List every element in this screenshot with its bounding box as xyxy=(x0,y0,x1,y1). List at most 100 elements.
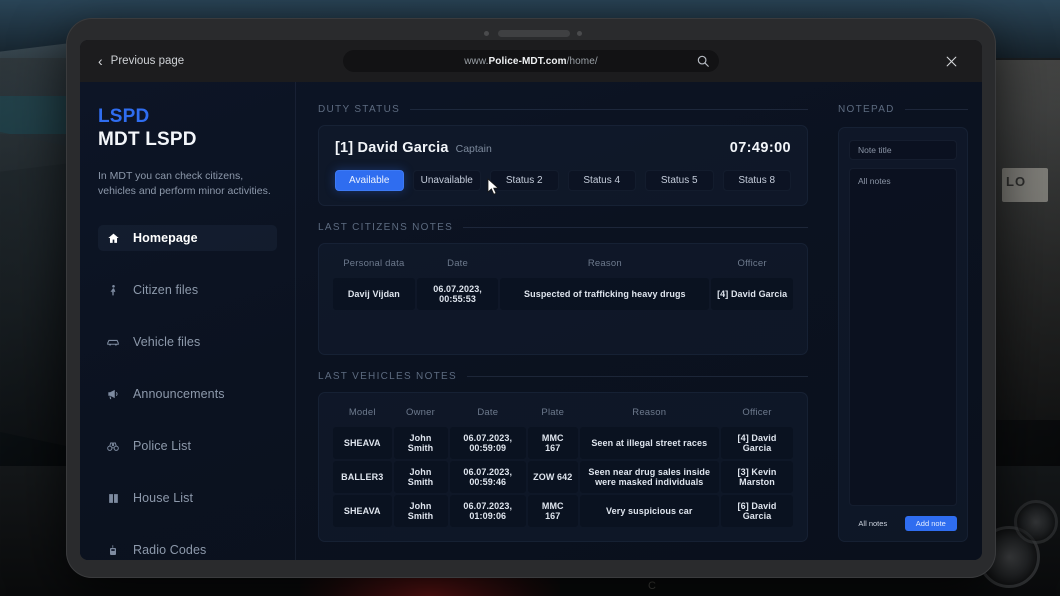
column-header: Date xyxy=(477,407,499,418)
nav-gap xyxy=(98,303,277,329)
cell-reason: Seen near drug sales inside were masked … xyxy=(579,461,719,493)
tablet-device: ‹ Previous page www.Police-MDT.com/home/ xyxy=(66,18,996,578)
url-prefix: www. xyxy=(464,55,489,67)
sidebar-item-label: Announcements xyxy=(133,387,225,402)
sidebar-item-house-list[interactable]: House List xyxy=(98,485,277,511)
previous-page-button[interactable]: ‹ Previous page xyxy=(98,54,184,68)
status-button-status-4[interactable]: Status 4 xyxy=(567,170,636,191)
officer-name: [1] David Garcia xyxy=(335,140,449,156)
duty-status-row: [1] David Garcia Captain 07:49:00 xyxy=(335,140,791,156)
cell-date: 06.07.2023, 00:59:46 xyxy=(449,461,526,493)
cell-reason: Seen at illegal street races xyxy=(579,427,719,459)
cell-reason: Suspected of trafficking heavy drugs xyxy=(500,278,710,310)
status-button-status-2[interactable]: Status 2 xyxy=(490,170,559,191)
speaker-grille xyxy=(498,30,570,37)
person-icon xyxy=(106,283,120,297)
sidebar-item-announcements[interactable]: Announcements xyxy=(98,381,277,407)
column-header: Officer xyxy=(737,258,767,269)
officer-identity: [1] David Garcia Captain xyxy=(335,140,492,156)
cell-reason: Very suspicious car xyxy=(579,495,719,527)
cell-officer: [3] Kevin Marston xyxy=(721,461,793,493)
radio-icon xyxy=(106,543,120,557)
address-bar[interactable]: www.Police-MDT.com/home/ xyxy=(343,50,719,72)
url-path: /home/ xyxy=(566,55,598,67)
browser-toolbar: ‹ Previous page www.Police-MDT.com/home/ xyxy=(80,40,982,82)
notepad-section-header: NOTEPAD xyxy=(838,104,968,115)
brand-description: In MDT you can check citizens, vehicles … xyxy=(98,170,271,198)
building-icon xyxy=(106,491,120,505)
sidebar-item-label: Vehicle files xyxy=(133,335,201,350)
cell-owner: John Smith xyxy=(393,427,448,459)
chevron-left-icon: ‹ xyxy=(98,53,103,69)
duty-timer: 07:49:00 xyxy=(729,140,791,156)
sidebar-item-label: Homepage xyxy=(133,231,198,246)
table-header-row: Model Owner Date Plate Reason Officer xyxy=(333,401,793,425)
url-host: Police-MDT.com xyxy=(488,55,567,67)
section-title: DUTY STATUS xyxy=(318,104,401,115)
cell-owner: John Smith xyxy=(393,495,448,527)
all-notes-textarea[interactable] xyxy=(849,168,957,506)
table-row[interactable]: SHEAVA John Smith 06.07.2023, 01:09:06 M… xyxy=(333,495,793,527)
notepad-panel: NOTEPAD All notes Add note xyxy=(830,82,982,560)
tablet-top-bezel xyxy=(80,28,982,40)
nav-gap xyxy=(98,407,277,433)
table-header-row: Personal data Date Reason Officer xyxy=(333,252,793,276)
table-row[interactable]: Davij Vijdan 06.07.2023, 00:55:53 Suspec… xyxy=(333,278,793,310)
search-icon[interactable] xyxy=(696,54,710,68)
duty-status-card: [1] David Garcia Captain 07:49:00 Availa… xyxy=(318,125,808,206)
all-notes-button[interactable]: All notes xyxy=(849,516,897,531)
column-header: Reason xyxy=(632,407,667,418)
sidebar-item-police-list[interactable]: Police List xyxy=(98,433,277,459)
section-divider xyxy=(463,227,808,228)
cell-date: 06.07.2023, 01:09:06 xyxy=(449,495,526,527)
sidebar-item-citizen-files[interactable]: Citizen files xyxy=(98,277,277,303)
tablet-screen: ‹ Previous page www.Police-MDT.com/home/ xyxy=(80,40,982,560)
close-icon[interactable] xyxy=(940,50,962,72)
sidebar-item-label: House List xyxy=(133,491,194,506)
status-button-unavailable[interactable]: Unavailable xyxy=(412,170,481,191)
table-row[interactable]: SHEAVA John Smith 06.07.2023, 00:59:09 M… xyxy=(333,427,793,459)
cell-plate: MMC 167 xyxy=(528,495,578,527)
nav-gap xyxy=(98,511,277,537)
status-button-status-5[interactable]: Status 5 xyxy=(645,170,714,191)
citizens-notes-card: Personal data Date Reason Officer Davij … xyxy=(318,243,808,355)
citizens-notes-section-header: LAST CITIZENS NOTES xyxy=(318,222,808,233)
vehicles-notes-table: Model Owner Date Plate Reason Officer SH… xyxy=(331,399,795,529)
sidebar-item-label: Radio Codes xyxy=(133,543,207,558)
section-divider xyxy=(904,109,968,110)
cell-date: 06.07.2023, 00:55:53 xyxy=(416,278,499,310)
sidebar-item-homepage[interactable]: Homepage xyxy=(98,225,277,252)
cell-model: BALLER3 xyxy=(333,461,392,493)
column-header: Reason xyxy=(587,258,622,269)
previous-page-label: Previous page xyxy=(110,55,185,67)
notepad-actions: All notes Add note xyxy=(849,516,957,531)
section-title: NOTEPAD xyxy=(838,104,895,115)
camera-dot-left xyxy=(484,31,489,36)
binoculars-icon xyxy=(106,439,120,453)
status-button-available[interactable]: Available xyxy=(335,170,404,191)
cell-personal-data: Davij Vijdan xyxy=(333,278,415,310)
brand-title: MDT LSPD xyxy=(98,129,197,150)
status-button-status-8[interactable]: Status 8 xyxy=(722,170,791,191)
car-icon xyxy=(106,335,120,349)
add-note-button[interactable]: Add note xyxy=(904,516,957,531)
column-header: Date xyxy=(447,258,469,269)
sidebar-nav: Homepage Citizen files Vehicle files Ann… xyxy=(98,225,277,560)
mdt-application: LSPD MDT LSPD In MDT you can check citiz… xyxy=(80,82,982,560)
note-title-input[interactable] xyxy=(849,140,957,160)
section-title: LAST CITIZENS NOTES xyxy=(318,222,454,233)
sidebar-item-label: Citizen files xyxy=(133,283,199,298)
status-button-group: Available Unavailable Status 2 Status 4 … xyxy=(335,170,791,191)
nav-gap xyxy=(98,459,277,485)
table-row[interactable]: BALLER3 John Smith 06.07.2023, 00:59:46 … xyxy=(333,461,793,493)
cell-officer: [4] David Garcia xyxy=(721,427,793,459)
cell-model: SHEAVA xyxy=(333,427,392,459)
game-background-scene: C ‹ Previous page www.Police-MDT.com/hom… xyxy=(0,0,1060,596)
section-divider xyxy=(467,376,808,377)
column-header: Owner xyxy=(406,407,435,418)
sidebar-item-radio-codes[interactable]: Radio Codes xyxy=(98,537,277,560)
url-text: www.Police-MDT.com/home/ xyxy=(464,56,598,67)
sidebar-item-vehicle-files[interactable]: Vehicle files xyxy=(98,329,277,355)
section-title: LAST VEHICLES NOTES xyxy=(318,371,457,382)
megaphone-icon xyxy=(106,387,120,401)
